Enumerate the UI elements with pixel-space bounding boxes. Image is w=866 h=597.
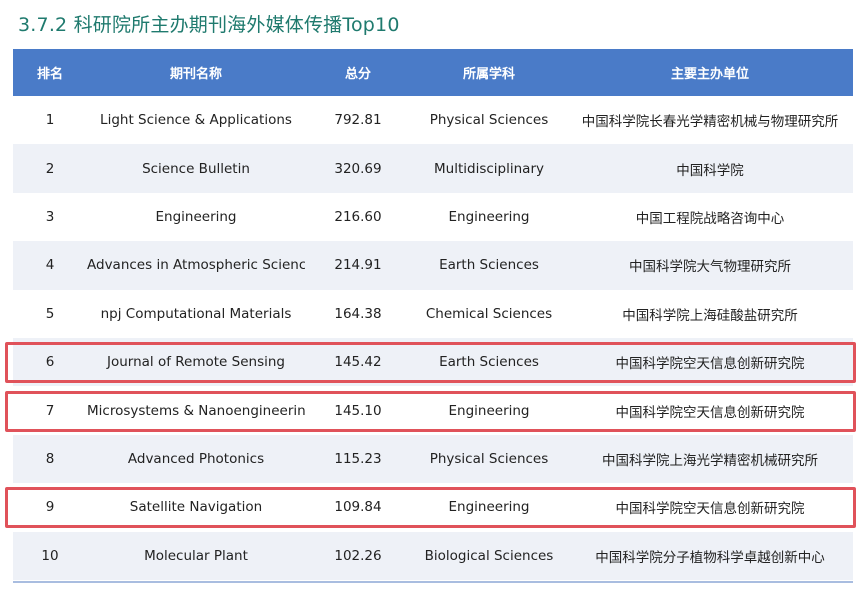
cell-sponsor: 中国科学院上海光学精密机械研究所 (602, 452, 818, 469)
table-header: 排名 期刊名称 总分 所属学科 主要主办单位 (13, 49, 853, 96)
cell-journal-name: Microsystems & Nanoengineering (87, 402, 305, 419)
table-row: 6 Journal of Remote Sensing 145.42 Earth… (13, 337, 853, 387)
cell-sponsor: 中国科学院空天信息创新研究院 (615, 356, 805, 373)
cell-journal-name: Advances in Atmospheric Sciences (87, 257, 305, 274)
cell-score: 145.42 (334, 354, 382, 371)
table-bottom-border (13, 581, 853, 583)
header-rank: 排名 (36, 67, 63, 82)
cell-rank: 1 (45, 112, 55, 129)
table-row: 7 Microsystems & Nanoengineering 145.10 … (13, 386, 853, 435)
cell-score: 164.38 (334, 305, 382, 322)
cell-score: 214.91 (334, 257, 382, 274)
cell-sponsor: 中国科学院空天信息创新研究院 (615, 501, 805, 518)
cell-sponsor: 中国科学院分子植物科学卓越创新中心 (595, 549, 825, 566)
cell-field: Biological Sciences (424, 547, 554, 564)
cell-journal-name: Engineering (155, 208, 237, 225)
cell-journal-name: Journal of Remote Sensing (106, 354, 285, 371)
table-row: 5 npj Computational Materials 164.38 Che… (13, 289, 853, 338)
header-journal-name: 期刊名称 (169, 67, 222, 82)
cell-field: Earth Sciences (439, 257, 539, 274)
cell-field: Physical Sciences (429, 450, 549, 467)
cell-score: 102.26 (334, 547, 382, 564)
cell-score: 115.23 (334, 450, 382, 467)
cell-field: Multidisciplinary (434, 160, 544, 177)
cell-rank: 3 (45, 208, 55, 225)
cell-journal-name: Satellite Navigation (129, 499, 263, 516)
cell-field: Engineering (448, 499, 530, 516)
cell-score: 145.10 (334, 402, 382, 419)
header-field: 所属学科 (462, 67, 515, 82)
cell-journal-name: Molecular Plant (144, 547, 248, 564)
cell-field: Physical Sciences (429, 112, 549, 129)
table-row: 10 Molecular Plant 102.26 Biological Sci… (13, 531, 853, 580)
table-row: 3 Engineering 216.60 Engineering 中国工程院战略… (13, 192, 853, 242)
cell-journal-name: npj Computational Materials (100, 305, 292, 322)
cell-score: 320.69 (334, 160, 382, 177)
cell-score: 216.60 (334, 208, 382, 225)
cell-journal-name: Science Bulletin (142, 160, 250, 177)
cell-rank: 2 (45, 160, 55, 177)
cell-field: Engineering (448, 208, 530, 225)
cell-rank: 7 (45, 402, 55, 419)
cell-rank: 6 (45, 354, 55, 371)
cell-sponsor: 中国科学院长春光学精密机械与物理研究所 (581, 114, 839, 131)
table-row: 4 Advances in Atmospheric Sciences 214.9… (13, 241, 853, 290)
cell-rank: 10 (41, 547, 59, 564)
cell-sponsor: 中国工程院战略咨询中心 (635, 210, 785, 227)
cell-score: 792.81 (334, 112, 382, 129)
cell-score: 109.84 (334, 499, 382, 516)
cell-field: Engineering (448, 402, 530, 419)
cell-rank: 8 (45, 450, 55, 467)
cell-sponsor: 中国科学院上海硅酸盐研究所 (622, 307, 798, 324)
cell-journal-name: Advanced Photonics (127, 450, 265, 467)
cell-sponsor: 中国科学院 (676, 162, 744, 179)
header-score: 总分 (344, 67, 371, 82)
ranking-table: 排名 期刊名称 总分 所属学科 主要主办单位 1 Light Science &… (13, 49, 853, 580)
cell-journal-name: Light Science & Applications (100, 112, 292, 129)
table-row: 2 Science Bulletin 320.69 Multidisciplin… (13, 144, 853, 193)
cell-sponsor: 中国科学院空天信息创新研究院 (615, 404, 805, 421)
cell-sponsor: 中国科学院大气物理研究所 (629, 259, 791, 276)
cell-rank: 5 (45, 305, 55, 322)
table-row: 1 Light Science & Applications 792.81 Ph… (13, 96, 853, 145)
cell-field: Chemical Sciences (425, 305, 553, 322)
cell-rank: 4 (45, 257, 55, 274)
table-row: 9 Satellite Navigation 109.84 Engineerin… (13, 483, 853, 532)
cell-field: Earth Sciences (439, 354, 539, 371)
table-row: 8 Advanced Photonics 115.23 Physical Sci… (13, 434, 853, 484)
cell-rank: 9 (45, 499, 55, 516)
page-title: 3.7.2 科研院所主办期刊海外媒体传播Top10 (18, 14, 400, 36)
header-sponsor: 主要主办单位 (670, 67, 749, 82)
